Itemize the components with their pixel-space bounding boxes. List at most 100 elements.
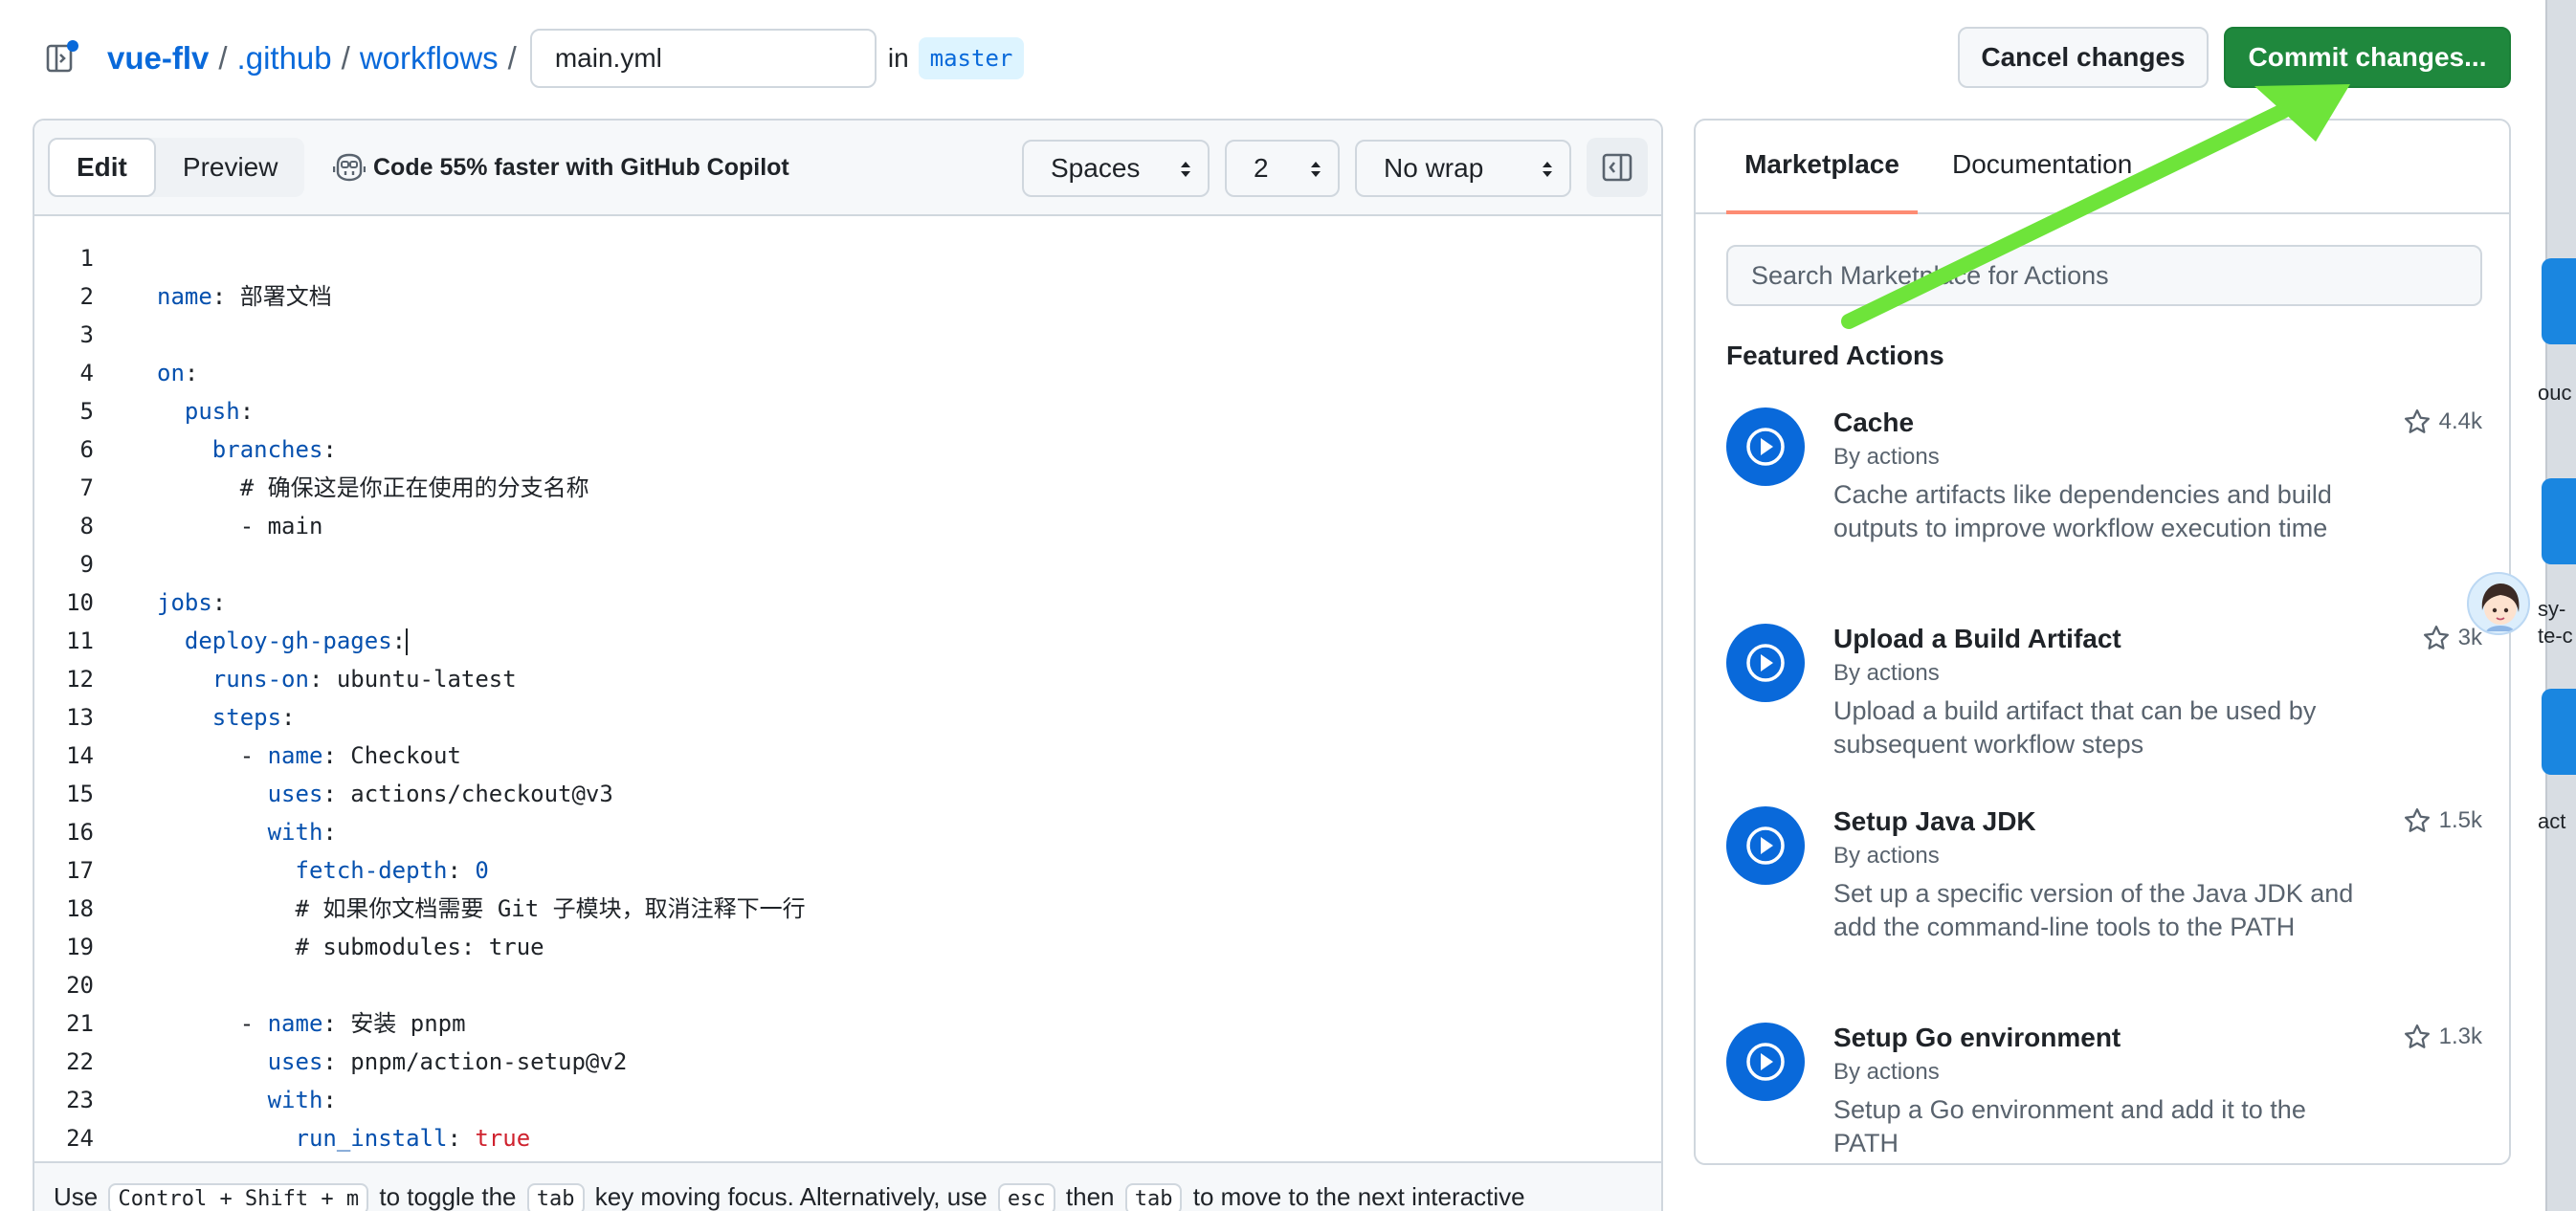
yaml-separator: : — [391, 628, 407, 654]
copilot-promo[interactable]: Code 55% faster with GitHub Copilot — [333, 138, 789, 197]
action-name[interactable]: Cache — [1833, 407, 1914, 438]
action-item[interactable]: Setup Go environment By actions Setup a … — [1726, 1023, 2482, 1163]
commit-changes-button[interactable]: Commit changes... — [2224, 27, 2511, 88]
yaml-key: steps — [211, 704, 282, 731]
indent-size-select[interactable]: 2 — [1225, 140, 1340, 197]
cancel-changes-button[interactable]: Cancel changes — [1958, 27, 2209, 88]
line-number: 13 — [66, 704, 94, 731]
background-tab[interactable] — [2542, 478, 2576, 564]
marketplace-search-input[interactable] — [1726, 245, 2482, 306]
select-arrows-icon — [1311, 162, 1321, 177]
line-number: 18 — [66, 895, 94, 922]
line-content: # submodules: true — [157, 928, 544, 966]
line-content: jobs: — [157, 583, 226, 622]
indent-mode-value: Spaces — [1051, 153, 1141, 183]
yaml-value: 0 — [475, 857, 489, 884]
yaml-key: run_install — [295, 1125, 448, 1152]
background-tab[interactable] — [2542, 689, 2576, 775]
code-line[interactable]: 3 — [34, 316, 1661, 354]
tab-marketplace[interactable]: Marketplace — [1726, 149, 1918, 214]
code-line[interactable]: 19 # submodules: true — [34, 928, 1661, 966]
tab-edit[interactable]: Edit — [48, 138, 156, 197]
background-tab[interactable] — [2542, 258, 2576, 344]
line-content: - name: Checkout — [157, 737, 461, 775]
code-line[interactable]: 1 — [34, 239, 1661, 277]
copilot-icon — [333, 153, 366, 182]
code-line[interactable]: 8 - main — [34, 507, 1661, 545]
code-line[interactable]: 12 runs-on: ubuntu-latest — [34, 660, 1661, 698]
code-line[interactable]: 13 steps: — [34, 698, 1661, 737]
code-line[interactable]: 24 run_install: true — [34, 1119, 1661, 1157]
hint-text: to move to the next interactive — [1192, 1182, 1525, 1211]
indent-mode-select[interactable]: Spaces — [1022, 140, 1210, 197]
code-line[interactable]: 23 with: — [34, 1081, 1661, 1119]
breadcrumb-github-link[interactable]: .github — [237, 40, 332, 77]
yaml-separator: : — [447, 857, 476, 884]
code-line[interactable]: 17 fetch-depth: 0 — [34, 851, 1661, 890]
code-line[interactable]: 20 — [34, 966, 1661, 1004]
yaml-key: name — [267, 742, 323, 769]
line-content: # 如果你文档需要 Git 子模块，取消注释下一行 — [157, 890, 806, 928]
breadcrumb-workflows-link[interactable]: workflows — [360, 40, 499, 77]
action-item[interactable]: Upload a Build Artifact By actions Uploa… — [1726, 624, 2482, 786]
yaml-key: with — [267, 819, 323, 846]
breadcrumb-separator: / — [218, 40, 228, 76]
yaml-key: name — [267, 1010, 323, 1037]
breadcrumb: vue-flv / .github / workflows / in maste… — [107, 29, 1025, 88]
code-line[interactable]: 14 - name: Checkout — [34, 737, 1661, 775]
line-number: 3 — [79, 321, 94, 348]
code-line[interactable]: 10 jobs: — [34, 583, 1661, 622]
line-number: 2 — [79, 283, 94, 310]
line-content: on: — [157, 354, 198, 392]
line-content: - main — [157, 507, 323, 545]
top-bar: vue-flv / .github / workflows / in maste… — [0, 0, 2545, 117]
action-name[interactable]: Setup Go environment — [1833, 1023, 2121, 1053]
yaml-key: branches — [211, 436, 323, 463]
code-line[interactable]: 15 uses: actions/checkout@v3 — [34, 775, 1661, 813]
code-line[interactable]: 7 # 确保这是你正在使用的分支名称 — [34, 469, 1661, 507]
tab-preview[interactable]: Preview — [156, 138, 305, 197]
action-item[interactable]: Setup Java JDK By actions Set up a speci… — [1726, 806, 2482, 998]
code-line[interactable]: 6 branches: — [34, 430, 1661, 469]
code-line[interactable]: 9 — [34, 545, 1661, 583]
yaml-separator: : — [239, 398, 255, 425]
action-name[interactable]: Setup Java JDK — [1833, 806, 2036, 837]
wrap-mode-select[interactable]: No wrap — [1355, 140, 1571, 197]
assistant-avatar[interactable] — [2467, 572, 2530, 635]
code-line[interactable]: 5 push: — [34, 392, 1661, 430]
yaml-value: 部署文档 — [239, 283, 332, 310]
action-author: By actions — [1833, 444, 1940, 470]
sidebar-expand-icon[interactable] — [46, 40, 80, 75]
yaml-value: 安装 pnpm — [350, 1010, 466, 1037]
editor-keyboard-hint: Use Control + Shift + m to toggle the ta… — [34, 1161, 1661, 1211]
yaml-key: uses — [267, 1048, 323, 1075]
code-line[interactable]: 21 - name: 安装 pnpm — [34, 1004, 1661, 1043]
yaml-value: Checkout — [350, 742, 461, 769]
line-number: 6 — [79, 436, 94, 463]
action-author: By actions — [1833, 660, 1940, 686]
toggle-sidebar-button[interactable] — [1587, 138, 1648, 197]
yaml-value: # 确保这是你正在使用的分支名称 — [239, 474, 589, 501]
yaml-key: uses — [267, 781, 323, 807]
action-stars: 1.5k — [2403, 806, 2482, 835]
kbd-esc: esc — [997, 1183, 1055, 1211]
action-author: By actions — [1833, 843, 1940, 869]
code-line[interactable]: 22 uses: pnpm/action-setup@v2 — [34, 1043, 1661, 1081]
code-line[interactable]: 11 deploy-gh-pages: — [34, 622, 1661, 660]
code-area[interactable]: 1 2 name: 部署文档 3 4 on: 5 push: 6 branches: 7 # 确… — [34, 218, 1661, 1184]
action-name[interactable]: Upload a Build Artifact — [1833, 624, 2121, 654]
line-content: steps: — [157, 698, 296, 737]
action-item[interactable]: Cache By actions Cache artifacts like de… — [1726, 407, 2482, 599]
code-line[interactable]: 16 with: — [34, 813, 1661, 851]
yaml-key: name — [157, 283, 212, 310]
filename-input[interactable] — [529, 29, 877, 88]
yaml-value: actions/checkout@v3 — [350, 781, 613, 807]
code-line[interactable]: 18 # 如果你文档需要 Git 子模块，取消注释下一行 — [34, 890, 1661, 928]
code-line[interactable]: 2 name: 部署文档 — [34, 277, 1661, 316]
breadcrumb-repo-link[interactable]: vue-flv — [107, 40, 209, 77]
code-line[interactable]: 4 on: — [34, 354, 1661, 392]
tab-documentation[interactable]: Documentation — [1952, 149, 2132, 214]
